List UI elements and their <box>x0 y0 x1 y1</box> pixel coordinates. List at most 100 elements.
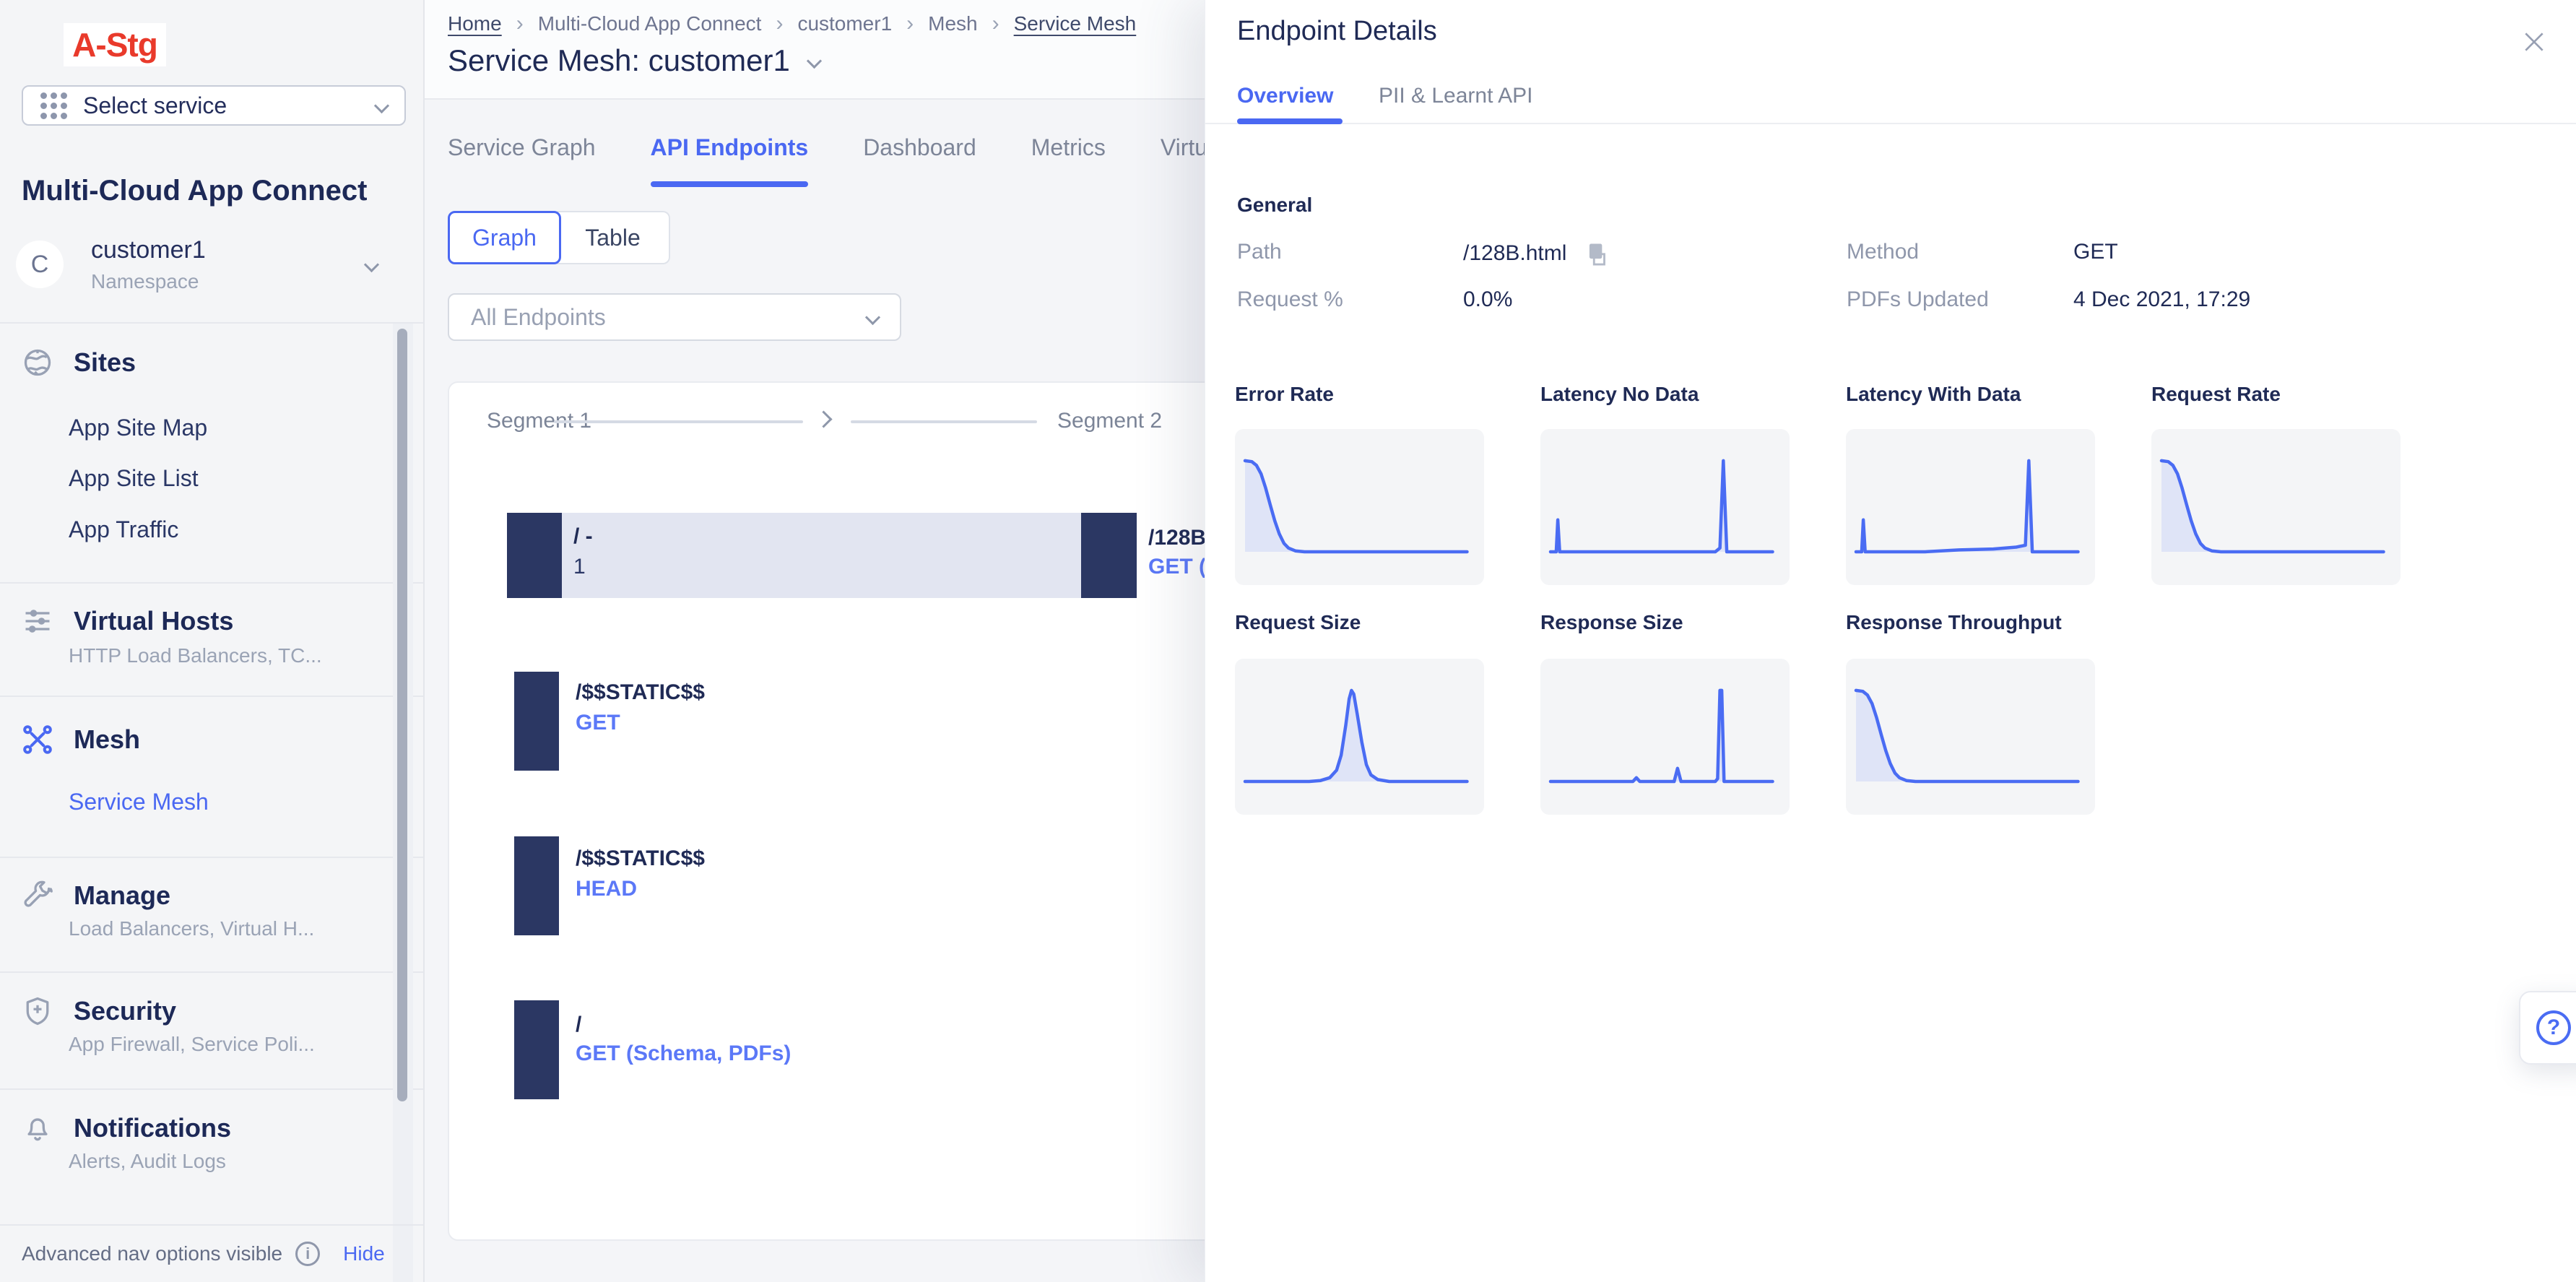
node-method: HEAD <box>576 877 637 901</box>
chevron-right-icon <box>815 410 832 428</box>
node-path: /$$STATIC$$ <box>576 846 705 871</box>
sidebar-item-app-site-map[interactable]: App Site Map <box>69 415 207 441</box>
segment-header: Segment 1 Segment 2 <box>449 404 1233 441</box>
sidebar: A-Stg Select service Multi-Cloud App Con… <box>0 0 425 1282</box>
chart-title-error-rate: Error Rate <box>1235 383 1334 406</box>
table-view-button[interactable]: Table <box>557 211 670 264</box>
chart-title-latency-with-data: Latency With Data <box>1846 383 2021 406</box>
sparkline-request-rate <box>2151 429 2401 585</box>
advanced-nav-label: Advanced nav options visible <box>22 1242 282 1265</box>
select-service-dropdown[interactable]: Select service <box>22 85 406 126</box>
field-label-pdfs-updated: PDFs Updated <box>1847 287 1989 312</box>
sidebar-section-sites[interactable]: Sites <box>22 347 136 378</box>
graph-node[interactable] <box>514 672 559 771</box>
close-icon[interactable] <box>2520 27 2549 56</box>
graph-node-target[interactable] <box>1081 513 1137 598</box>
tab-dashboard[interactable]: Dashboard <box>863 134 976 187</box>
mesh-nodes-icon <box>22 724 53 755</box>
sidebar-section-subtitle: Load Balancers, Virtual H... <box>69 917 314 940</box>
wrench-icon <box>22 880 53 911</box>
divider <box>1205 123 2576 124</box>
divider <box>0 582 423 584</box>
chart-title-response-throughput: Response Throughput <box>1846 611 2062 634</box>
graph-view-button[interactable]: Graph <box>448 211 561 264</box>
graph-edge-band[interactable] <box>562 513 1081 598</box>
sparkline-request-size <box>1235 659 1484 815</box>
endpoint-filter-dropdown[interactable]: All Endpoints <box>448 293 901 341</box>
select-service-label: Select service <box>83 92 360 119</box>
sidebar-section-title: Notifications <box>74 1113 231 1143</box>
tab-metrics[interactable]: Metrics <box>1031 134 1106 187</box>
help-button[interactable]: ? <box>2519 991 2576 1065</box>
breadcrumb-separator: › <box>776 12 783 36</box>
node-count: 1 <box>573 555 586 579</box>
sidebar-item-service-mesh[interactable]: Service Mesh <box>69 789 209 815</box>
node-path: /$$STATIC$$ <box>576 680 705 705</box>
graph-node-source[interactable] <box>507 513 562 598</box>
chart-title-response-size: Response Size <box>1540 611 1683 634</box>
brand-logo[interactable]: A-Stg <box>64 23 166 66</box>
sparkline-error-rate <box>1235 429 1484 585</box>
grid-dots-icon <box>40 92 67 119</box>
breadcrumb-home[interactable]: Home <box>448 12 502 35</box>
breadcrumb-separator: › <box>906 12 914 36</box>
sparkline-latency-with-data <box>1846 429 2095 585</box>
node-method: GET (Schema, PDFs) <box>576 1041 791 1066</box>
sidebar-section-security[interactable]: Security <box>22 995 176 1027</box>
breadcrumb-customer1[interactable]: customer1 <box>797 12 892 35</box>
hide-link[interactable]: Hide <box>343 1242 385 1265</box>
field-label-request-pct: Request % <box>1237 287 1343 312</box>
sidebar-section-subtitle: App Firewall, Service Poli... <box>69 1033 315 1056</box>
graph-node[interactable] <box>514 836 559 935</box>
endpoint-details-panel: Endpoint Details Overview PII & Learnt A… <box>1205 0 2576 1282</box>
sidebar-item-app-traffic[interactable]: App Traffic <box>69 516 178 543</box>
sidebar-section-title: Sites <box>74 347 136 378</box>
chevron-down-icon[interactable] <box>807 53 822 68</box>
tab-service-graph[interactable]: Service Graph <box>448 134 596 187</box>
divider <box>0 857 423 858</box>
chevron-down-icon <box>374 98 389 113</box>
node-method: GET <box>576 711 620 735</box>
endpoint-filter-value: All Endpoints <box>471 304 867 331</box>
node-path: / - <box>573 524 593 549</box>
panel-tab-pii-learnt-api[interactable]: PII & Learnt API <box>1379 84 1532 108</box>
segment-line <box>554 420 803 423</box>
chevron-down-icon <box>364 256 379 272</box>
question-circle-icon: ? <box>2536 1010 2571 1045</box>
sidebar-section-subtitle: Alerts, Audit Logs <box>69 1150 226 1173</box>
breadcrumb-service-mesh[interactable]: Service Mesh <box>1014 12 1137 35</box>
page-title: Service Mesh: customer1 <box>448 43 790 78</box>
sidebar-scrollbar-thumb[interactable] <box>397 329 407 1101</box>
breadcrumb-multicloud[interactable]: Multi-Cloud App Connect <box>538 12 762 35</box>
graph-node[interactable] <box>514 1000 559 1099</box>
tab-api-endpoints[interactable]: API Endpoints <box>651 134 809 187</box>
field-value-request-pct: 0.0% <box>1463 287 1512 312</box>
sidebar-section-title: Manage <box>74 880 170 911</box>
chart-title-request-rate: Request Rate <box>2151 383 2281 406</box>
general-section-title: General <box>1237 194 1312 217</box>
brand-logo-text: A-Stg <box>72 25 157 64</box>
info-circle-icon: i <box>295 1242 320 1266</box>
panel-tab-overview[interactable]: Overview <box>1237 84 1333 108</box>
sidebar-section-mesh[interactable]: Mesh <box>22 724 140 755</box>
sidebar-section-manage[interactable]: Manage <box>22 880 170 911</box>
field-label-path: Path <box>1237 240 1282 264</box>
sparkline-response-throughput <box>1846 659 2095 815</box>
sidebar-item-app-site-list[interactable]: App Site List <box>69 465 199 492</box>
segment-line <box>851 420 1037 423</box>
sidebar-section-virtual-hosts[interactable]: Virtual Hosts <box>22 605 233 637</box>
copy-icon[interactable] <box>1584 240 1611 267</box>
node-method: GET ( <box>1148 555 1206 579</box>
divider <box>0 971 423 973</box>
namespace-selector[interactable]: C customer1 Namespace <box>16 230 406 299</box>
shield-icon <box>22 995 53 1027</box>
namespace-name: customer1 <box>91 236 366 264</box>
namespace-label: Namespace <box>91 270 366 293</box>
path-value: /128B.html <box>1463 241 1566 266</box>
product-title: Multi-Cloud App Connect <box>22 175 367 207</box>
active-tab-underline <box>1237 118 1343 124</box>
tab-virtual-hosts[interactable]: Virtu <box>1161 134 1207 187</box>
sidebar-section-title: Security <box>74 996 176 1026</box>
sidebar-section-notifications[interactable]: Notifications <box>22 1112 231 1144</box>
breadcrumb-mesh[interactable]: Mesh <box>928 12 977 35</box>
